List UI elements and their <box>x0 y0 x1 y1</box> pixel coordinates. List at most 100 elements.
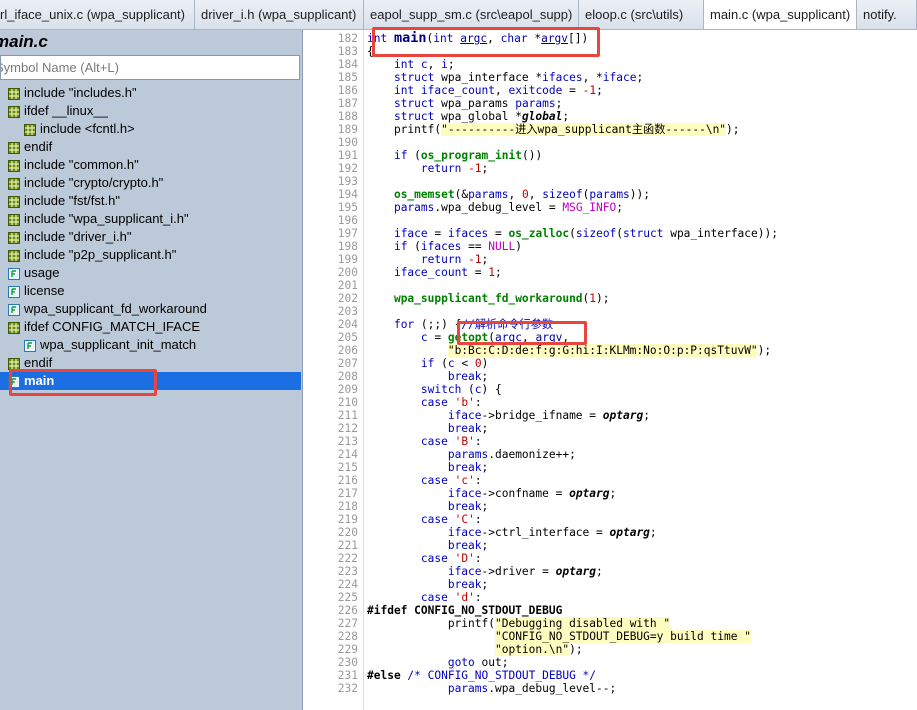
symbol-panel: main.c Symbol Name (Alt+L) include "incl… <box>0 30 303 710</box>
symbol-item[interactable]: include <fcntl.h> <box>0 120 301 138</box>
code-line[interactable]: 207 if (c < 0) <box>304 357 917 370</box>
symbol-item-label: include <fcntl.h> <box>40 121 135 136</box>
symbol-item-label: include "includes.h" <box>24 85 137 100</box>
code-line[interactable]: 182 int main(int argc, char *argv[]) <box>304 31 917 45</box>
function-icon <box>8 303 20 316</box>
code-line[interactable]: 189 printf("----------进入wpa_supplicant主函… <box>304 123 917 136</box>
symbol-item[interactable]: ifdef CONFIG_MATCH_IFACE <box>0 318 301 336</box>
endif-icon <box>8 357 20 370</box>
code-line[interactable]: 209 switch (c) { <box>304 383 917 396</box>
code-line[interactable]: 191 if (os_program_init()) <box>304 149 917 162</box>
symbol-item-label: main <box>24 373 55 388</box>
code-line[interactable]: 187 struct wpa_params params; <box>304 97 917 110</box>
code-text: for (;;) {//解析命令行参数 <box>393 318 554 331</box>
code-line[interactable]: 221 break; <box>304 539 917 552</box>
include-icon <box>8 195 20 208</box>
symbol-item[interactable]: usage <box>0 264 301 282</box>
code-line[interactable]: 219 case 'C': <box>304 513 917 526</box>
code-line[interactable]: 192 return -1; <box>304 162 917 175</box>
code-line[interactable]: 212 break; <box>304 422 917 435</box>
include-icon <box>8 87 20 100</box>
symbol-item-label: include "crypto/crypto.h" <box>24 175 164 190</box>
code-line[interactable]: 198 if (ifaces == NULL) <box>304 240 917 253</box>
code-line[interactable]: 197 iface = ifaces = os_zalloc(sizeof(st… <box>304 227 917 240</box>
code-line[interactable]: 231 #else /* CONFIG_NO_STDOUT_DEBUG */ <box>304 669 917 682</box>
symbol-item[interactable]: include "crypto/crypto.h" <box>0 174 301 192</box>
code-line[interactable]: 190 <box>304 136 917 149</box>
code-line[interactable]: 184 int c, i; <box>304 58 917 71</box>
symbol-item[interactable]: include "fst/fst.h" <box>0 192 301 210</box>
code-line[interactable]: 206 "b:Bc:C:D:de:f:g:G:hi:I:KLMm:No:O:p:… <box>304 344 917 357</box>
code-text: break; <box>447 422 489 435</box>
line-number: 192 <box>337 162 358 175</box>
code-line[interactable]: 200 iface_count = 1; <box>304 266 917 279</box>
line-number: 185 <box>337 71 358 84</box>
symbol-item[interactable]: include "common.h" <box>0 156 301 174</box>
code-editor[interactable]: 182 int main(int argc, char *argv[]) 183 {1… <box>304 30 917 710</box>
symbol-item[interactable]: ifdef __linux__ <box>0 102 301 120</box>
symbol-item[interactable]: include "p2p_supplicant.h" <box>0 246 301 264</box>
code-line[interactable]: 186 int iface_count, exitcode = -1; <box>304 84 917 97</box>
code-line[interactable]: 227 printf("Debugging disabled with " <box>304 617 917 630</box>
code-line[interactable]: 232 params.wpa_debug_level--; <box>304 682 917 695</box>
line-number: 205 <box>337 331 358 344</box>
code-line[interactable]: 195 params.wpa_debug_level = MSG_INFO; <box>304 201 917 214</box>
code-text: iface->bridge_ifname = optarg; <box>447 409 650 422</box>
tab-0[interactable]: rl_iface_unix.c (wpa_supplicant) <box>0 0 195 29</box>
code-line[interactable]: 204 for (;;) {//解析命令行参数 <box>304 318 917 331</box>
code-text: return -1; <box>420 162 489 175</box>
symbol-item[interactable]: include "wpa_supplicant_i.h" <box>0 210 301 228</box>
code-text: case 'C': <box>420 513 482 526</box>
symbol-item[interactable]: include "driver_i.h" <box>0 228 301 246</box>
code-line[interactable]: 224 break; <box>304 578 917 591</box>
code-line[interactable]: 205 c = getopt(argc, argv, <box>304 331 917 344</box>
function-icon <box>24 339 36 352</box>
code-line[interactable]: 225 case 'd': <box>304 591 917 604</box>
line-number: 230 <box>337 656 358 669</box>
code-line[interactable]: 214 params.daemonize++; <box>304 448 917 461</box>
symbol-item[interactable]: endif <box>0 354 301 372</box>
code-line[interactable]: 188 struct wpa_global *global; <box>304 110 917 123</box>
code-line[interactable]: 210 case 'b': <box>304 396 917 409</box>
tab-5[interactable]: notify. <box>857 0 917 29</box>
tab-1[interactable]: driver_i.h (wpa_supplicant) <box>195 0 364 29</box>
symbol-item[interactable]: wpa_supplicant_fd_workaround <box>0 300 301 318</box>
code-line[interactable]: 203 <box>304 305 917 318</box>
code-line[interactable]: 199 return -1; <box>304 253 917 266</box>
code-line[interactable]: 202 wpa_supplicant_fd_workaround(1); <box>304 292 917 305</box>
tab-2[interactable]: eapol_supp_sm.c (src\eapol_supp) <box>364 0 579 29</box>
code-line[interactable]: 228 "CONFIG_NO_STDOUT_DEBUG=y build time… <box>304 630 917 643</box>
code-line[interactable]: 185 struct wpa_interface *ifaces, *iface… <box>304 71 917 84</box>
tab-3[interactable]: eloop.c (src\utils) <box>579 0 704 29</box>
tab-4[interactable]: main.c (wpa_supplicant)× <box>704 0 857 29</box>
code-line[interactable]: 193 <box>304 175 917 188</box>
code-line[interactable]: 194 os_memset(&params, 0, sizeof(params)… <box>304 188 917 201</box>
symbol-item[interactable]: endif <box>0 138 301 156</box>
code-line[interactable]: 229 "option.\n"); <box>304 643 917 656</box>
code-line[interactable]: 201 <box>304 279 917 292</box>
code-line[interactable]: 211 iface->bridge_ifname = optarg; <box>304 409 917 422</box>
code-line[interactable]: 216 case 'c': <box>304 474 917 487</box>
symbol-item[interactable]: wpa_supplicant_init_match <box>0 336 301 354</box>
code-line[interactable]: 215 break; <box>304 461 917 474</box>
include-icon <box>8 213 20 226</box>
editor-tab-bar: rl_iface_unix.c (wpa_supplicant) driver_i… <box>0 0 917 30</box>
code-line[interactable]: 217 iface->confname = optarg; <box>304 487 917 500</box>
code-line[interactable]: 223 iface->driver = optarg; <box>304 565 917 578</box>
line-number: 224 <box>337 578 358 591</box>
code-line[interactable]: 218 break; <box>304 500 917 513</box>
symbol-item[interactable]: main <box>0 372 301 390</box>
symbol-item[interactable]: include "includes.h" <box>0 84 301 102</box>
code-line[interactable]: 226 #ifdef CONFIG_NO_STDOUT_DEBUG <box>304 604 917 617</box>
code-line[interactable]: 230 goto out; <box>304 656 917 669</box>
ifdef-icon <box>8 321 20 334</box>
symbol-search-input[interactable]: Symbol Name (Alt+L) <box>0 55 300 80</box>
symbol-item[interactable]: license <box>0 282 301 300</box>
line-number: 197 <box>337 227 358 240</box>
code-line[interactable]: 222 case 'D': <box>304 552 917 565</box>
code-line[interactable]: 183 { <box>304 45 917 58</box>
code-line[interactable]: 213 case 'B': <box>304 435 917 448</box>
code-line[interactable]: 196 <box>304 214 917 227</box>
code-line[interactable]: 220 iface->ctrl_interface = optarg; <box>304 526 917 539</box>
code-line[interactable]: 208 break; <box>304 370 917 383</box>
